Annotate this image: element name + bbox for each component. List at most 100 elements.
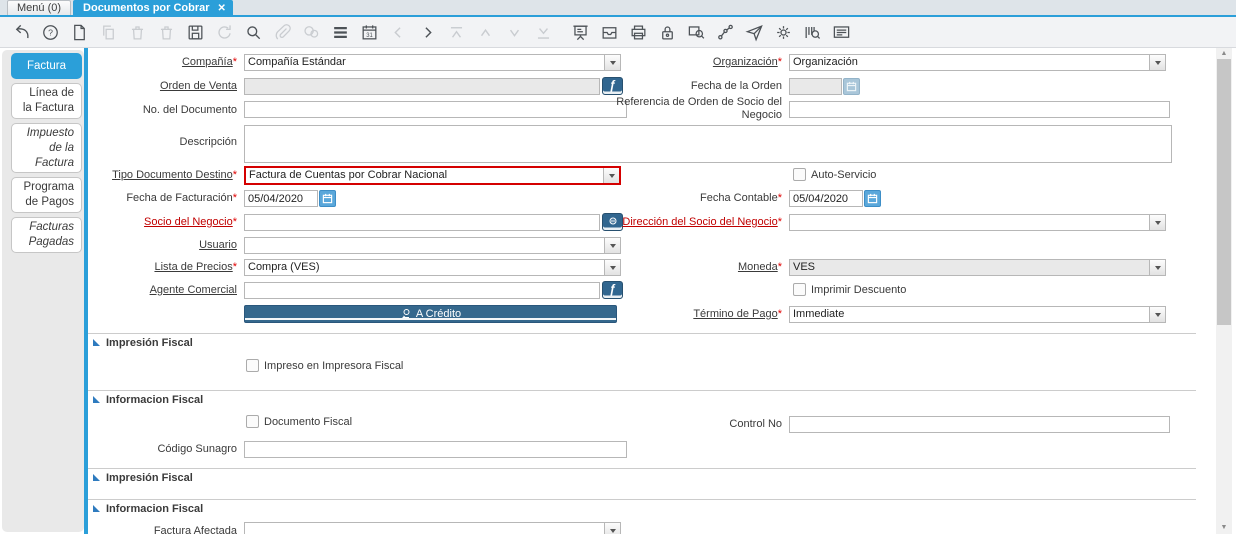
print-icon[interactable] <box>628 22 648 42</box>
usuario-combobox[interactable] <box>244 237 621 254</box>
sidebar-item-linea-de-la-factura[interactable]: Línea de la Factura <box>11 83 82 119</box>
save-icon[interactable] <box>185 22 205 42</box>
section-impresion-fiscal-2[interactable]: Impresión Fiscal <box>88 468 1196 488</box>
tab-menu[interactable]: Menú (0) <box>7 0 72 15</box>
record-zoom-icon: ƒ <box>609 282 616 296</box>
organizacion-value: Organización <box>793 56 858 68</box>
previous-record-icon[interactable] <box>475 22 495 42</box>
sidebar-item-factura[interactable]: Factura <box>11 53 82 79</box>
scroll-down-icon[interactable]: ▼ <box>1216 522 1232 534</box>
app-window: Menú (0) Documentos por Cobrar ✕ ? 31 Fa… <box>0 0 1236 534</box>
auto-servicio-checkbox[interactable] <box>793 168 806 181</box>
compania-combobox[interactable]: Compañía Estándar <box>244 54 621 71</box>
next-record-icon[interactable] <box>504 22 524 42</box>
referencia-input[interactable] <box>789 101 1170 118</box>
descripcion-textarea[interactable] <box>244 125 1172 163</box>
a-credito-label: A Crédito <box>415 308 462 320</box>
chevron-down-icon[interactable] <box>604 523 620 534</box>
vertical-scrollbar[interactable]: ▲ ▼ <box>1216 48 1232 534</box>
lista-precios-combobox[interactable]: Compra (VES) <box>244 259 621 276</box>
a-credito-button[interactable]: A Crédito <box>244 305 617 323</box>
organizacion-zoom-link[interactable]: Organización <box>713 56 778 68</box>
fecha-facturacion-calendar-button[interactable] <box>319 190 336 207</box>
chevron-down-icon[interactable] <box>1149 215 1165 230</box>
sidebar-item-facturas-pagadas[interactable]: Facturas Pagadas <box>11 217 82 253</box>
control-no-input[interactable] <box>789 416 1170 433</box>
termino-pago-combobox[interactable]: Immediate <box>789 306 1166 323</box>
copy-record-icon[interactable] <box>98 22 118 42</box>
workflow-icon[interactable] <box>715 22 735 42</box>
lock-icon[interactable] <box>657 22 677 42</box>
toggle-grid-icon[interactable] <box>330 22 350 42</box>
factura-afectada-value <box>245 523 604 534</box>
delete-record-icon[interactable] <box>127 22 147 42</box>
close-tab-icon[interactable]: ✕ <box>218 3 226 14</box>
section-title: Impresión Fiscal <box>106 472 193 484</box>
request-icon[interactable] <box>744 22 764 42</box>
no-documento-input[interactable] <box>244 101 627 118</box>
chevron-down-icon[interactable] <box>1149 55 1165 70</box>
compania-zoom-link[interactable]: Compañía <box>182 56 233 68</box>
chevron-down-icon[interactable] <box>604 238 620 253</box>
sidebar-item-programa-de-pagos[interactable]: Programa de Pagos <box>11 177 82 213</box>
codigo-sunagro-input[interactable] <box>244 441 627 458</box>
documento-fiscal-checkbox[interactable] <box>246 415 259 428</box>
organizacion-combobox[interactable]: Organización <box>789 54 1166 71</box>
factura-afectada-combobox[interactable] <box>244 522 621 534</box>
chevron-down-icon[interactable] <box>1149 307 1165 322</box>
tab-documentos-por-cobrar[interactable]: Documentos por Cobrar ✕ <box>73 0 233 15</box>
delete-selection-icon[interactable] <box>156 22 176 42</box>
preferences-icon[interactable] <box>773 22 793 42</box>
attachment-icon[interactable] <box>272 22 292 42</box>
orden-venta-zoom-link[interactable]: Orden de Venta <box>160 80 237 92</box>
report-icon[interactable] <box>570 22 590 42</box>
tab-sidebar: Factura Línea de la Factura Impuesto de … <box>2 50 84 532</box>
agente-comercial-record-button[interactable]: ƒ <box>602 281 623 299</box>
new-record-icon[interactable] <box>69 22 89 42</box>
fecha-contable-calendar-button[interactable] <box>864 190 881 207</box>
last-record-icon[interactable] <box>533 22 553 42</box>
required-marker: * <box>777 261 782 273</box>
sidebar-item-label: Línea de la Factura <box>22 87 74 114</box>
agente-comercial-input[interactable] <box>244 282 600 299</box>
direccion-socio-zoom-link[interactable]: Dirección del Socio del Negocio <box>622 216 777 228</box>
lista-precios-zoom-link[interactable]: Lista de Precios <box>154 261 232 273</box>
agente-comercial-zoom-link[interactable]: Agente Comercial <box>150 284 237 296</box>
tipo-documento-zoom-link[interactable]: Tipo Documento Destino <box>112 169 233 181</box>
sidebar-item-impuesto-de-la-factura[interactable]: Impuesto de la Factura <box>11 123 82 173</box>
fecha-orden-input <box>789 78 842 95</box>
socio-negocio-input[interactable] <box>244 214 600 231</box>
section-informacion-fiscal-1[interactable]: Informacion Fiscal <box>88 390 1196 410</box>
section-impresion-fiscal-1[interactable]: Impresión Fiscal <box>88 333 1196 353</box>
tipo-documento-combobox[interactable]: Factura de Cuentas por Cobrar Nacional <box>244 166 621 185</box>
help-icon[interactable]: ? <box>40 22 60 42</box>
socio-negocio-zoom-link[interactable]: Socio del Negocio <box>144 216 233 228</box>
documento-fiscal-label: Documento Fiscal <box>264 416 353 428</box>
undo-icon[interactable] <box>11 22 31 42</box>
fecha-contable-input[interactable] <box>789 190 863 207</box>
imprimir-descuento-checkbox[interactable] <box>793 283 806 296</box>
fecha-facturacion-input[interactable] <box>244 190 318 207</box>
section-informacion-fiscal-2[interactable]: Informacion Fiscal <box>88 499 1196 519</box>
field-label-moneda: Moneda* <box>612 261 782 274</box>
zoom-across-icon[interactable] <box>686 22 706 42</box>
termino-pago-zoom-link[interactable]: Término de Pago <box>693 308 777 320</box>
direccion-socio-combobox[interactable] <box>789 214 1166 231</box>
product-info-icon[interactable] <box>802 22 822 42</box>
chat-icon[interactable] <box>301 22 321 42</box>
tab-active-label: Documentos por Cobrar <box>83 2 210 14</box>
find-icon[interactable] <box>243 22 263 42</box>
calendar-icon[interactable]: 31 <box>359 22 379 42</box>
requery-icon[interactable] <box>214 22 234 42</box>
chevron-down-icon[interactable] <box>1149 260 1165 275</box>
usuario-zoom-link[interactable]: Usuario <box>199 239 237 251</box>
window-help-icon[interactable] <box>831 22 851 42</box>
scrollbar-thumb[interactable] <box>1217 59 1231 325</box>
parent-record-icon[interactable] <box>388 22 408 42</box>
first-record-icon[interactable] <box>446 22 466 42</box>
detail-record-icon[interactable] <box>417 22 437 42</box>
moneda-zoom-link[interactable]: Moneda <box>738 261 778 273</box>
chevron-down-icon[interactable] <box>603 168 619 183</box>
impreso-impresora-checkbox[interactable] <box>246 359 259 372</box>
archive-icon[interactable] <box>599 22 619 42</box>
